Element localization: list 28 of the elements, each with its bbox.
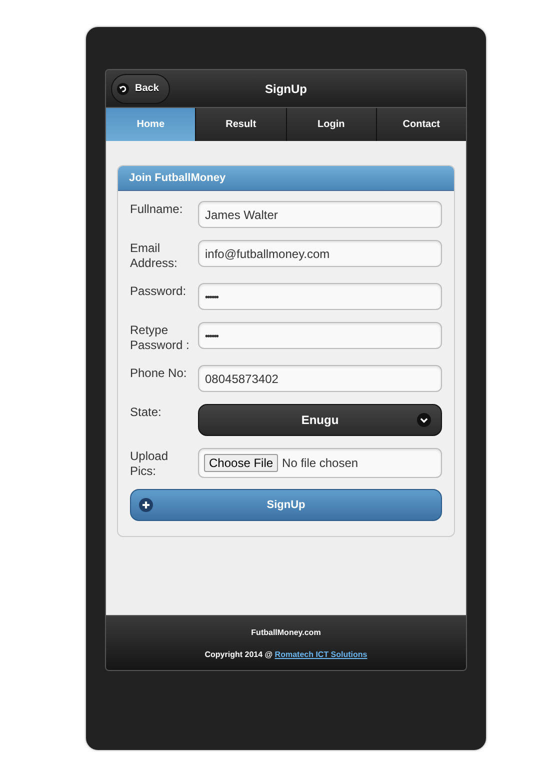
back-button[interactable]: Back	[111, 74, 170, 104]
copyright-text: Copyright 2014 @ Romatech ICT Solutions	[204, 650, 368, 658]
input-field[interactable]: ••••••	[198, 283, 442, 310]
input-field[interactable]: James Walter	[198, 201, 442, 228]
plus-icon	[139, 498, 153, 512]
field-label: Password:	[130, 283, 188, 299]
signup-button[interactable]: SignUp	[130, 489, 442, 521]
input-field[interactable]: 08045873402	[198, 365, 442, 392]
site-name: FutballMoney.com	[251, 628, 321, 636]
input-field[interactable]: info@futballmoney.com	[198, 240, 442, 267]
input-field[interactable]: ••••••	[198, 322, 442, 349]
state-dropdown[interactable]: Enugu	[198, 404, 442, 436]
file-status: No file chosen	[282, 456, 358, 470]
chevron-down-icon	[417, 413, 431, 427]
field-label: Email Address:	[130, 240, 178, 271]
card-title: Join FutballMoney	[118, 166, 454, 191]
nav-tab[interactable]: Contact	[376, 108, 466, 141]
company-link[interactable]: Romatech ICT Solutions	[274, 650, 368, 658]
page-title: SignUp	[265, 82, 307, 96]
back-icon	[117, 82, 129, 94]
nav-tab[interactable]: Login	[286, 108, 377, 141]
nav-tab[interactable]: Result	[196, 108, 286, 141]
field-label: State:	[130, 404, 162, 420]
field-label: Upload Pics:	[130, 448, 170, 479]
field-label: Retype Password :	[130, 322, 190, 353]
field-label: Fullname:	[130, 201, 184, 217]
field-label: Phone No:	[130, 365, 188, 381]
choose-file-button[interactable]: Choose File	[204, 454, 278, 472]
